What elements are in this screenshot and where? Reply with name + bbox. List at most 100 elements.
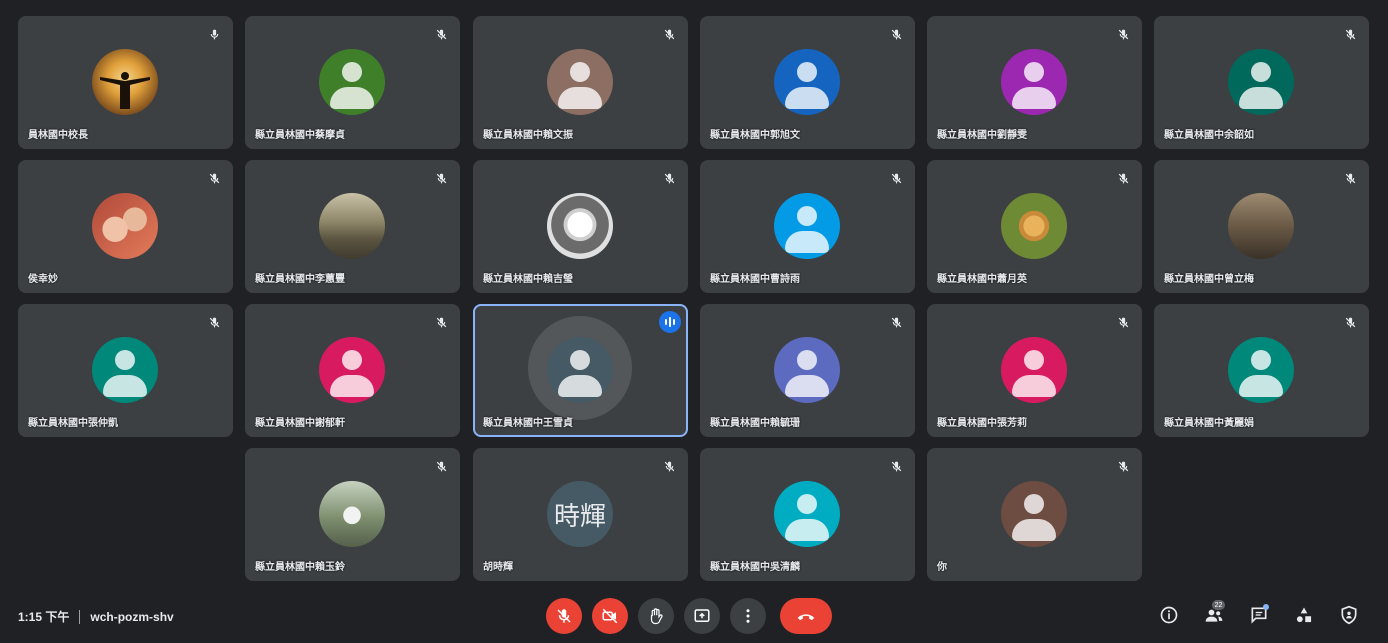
raise-hand-button[interactable] (638, 598, 674, 634)
avatar-body (785, 519, 829, 541)
activities-icon (1296, 607, 1312, 623)
participant-tile[interactable]: 縣立員林國中謝郁軒 (245, 304, 460, 437)
mic-off-icon (204, 312, 224, 332)
participant-tile[interactable]: 縣立員林國中蕭月英 (927, 160, 1142, 293)
participant-name: 縣立員林國中王雪貞 (483, 418, 573, 429)
mic-off-icon (431, 168, 451, 188)
participant-name: 侯幸妙 (28, 274, 58, 285)
avatar-body (1012, 87, 1056, 109)
avatar-head (797, 350, 817, 370)
host-controls-button[interactable] (1334, 600, 1364, 630)
mic-off-icon (886, 456, 906, 476)
avatar-head (1024, 62, 1044, 82)
participant-tile[interactable]: 縣立員林國中賴毓珊 (700, 304, 915, 437)
meeting-details-button[interactable] (1154, 600, 1184, 630)
participant-name: 縣立員林國中賴吉瑩 (483, 274, 573, 285)
present-button[interactable] (684, 598, 720, 634)
meeting-code: wch-pozm-shv (90, 609, 174, 624)
participant-tile[interactable]: 縣立員林國中蔡摩貞 (245, 16, 460, 149)
participant-name: 縣立員林國中李蕙豐 (255, 274, 345, 285)
avatar (92, 337, 158, 403)
info-icon (1160, 606, 1178, 624)
avatar-body (330, 375, 374, 397)
avatar-body (558, 375, 602, 397)
avatar-head (1251, 350, 1271, 370)
participant-name: 員林國中校長 (28, 130, 88, 141)
bottom-bar: 1:15 下午 wch-pozm-shv 22 (0, 590, 1388, 643)
participant-tile[interactable]: 縣立員林國中余韶如 (1154, 16, 1369, 149)
participant-tile[interactable]: 縣立員林國中王雪貞 (473, 304, 688, 437)
mic-off-icon (886, 24, 906, 44)
participant-tile[interactable]: 縣立員林國中劉靜雯 (927, 16, 1142, 149)
avatar-head (115, 350, 135, 370)
clock-time: 1:15 下午 (18, 610, 70, 624)
side-controls: 22 (1139, 600, 1364, 630)
participant-tile[interactable]: 縣立員林國中曾立梅 (1154, 160, 1369, 293)
mic-off-icon (1113, 312, 1133, 332)
avatar (774, 193, 840, 259)
people-button[interactable]: 22 (1199, 600, 1229, 630)
avatar-body (1012, 519, 1056, 541)
participant-tile[interactable]: 縣立員林國中張芳莉 (927, 304, 1142, 437)
avatar (1228, 49, 1294, 115)
mic-off-icon (886, 168, 906, 188)
participant-tile[interactable]: 縣立員林國中黃麗娟 (1154, 304, 1369, 437)
divider (79, 609, 81, 624)
participant-tile[interactable]: 縣立員林國中李蕙豐 (245, 160, 460, 293)
avatar-body (785, 87, 829, 109)
avatar (1001, 193, 1067, 259)
activities-button[interactable] (1289, 600, 1319, 630)
participant-tile[interactable]: 侯幸妙 (18, 160, 233, 293)
participant-tile[interactable]: 員林國中校長 (18, 16, 233, 149)
mic-off-icon (659, 168, 679, 188)
participant-name: 縣立員林國中賴文振 (483, 130, 573, 141)
mic-off-icon (204, 168, 224, 188)
mic-off-icon (1113, 24, 1133, 44)
participant-tile[interactable]: 縣立員林國中張仲凱 (18, 304, 233, 437)
mic-off-icon (431, 312, 451, 332)
participant-tile[interactable]: 縣立員林國中賴文振 (473, 16, 688, 149)
participant-count-badge: 22 (1212, 600, 1225, 610)
avatar (1228, 337, 1294, 403)
avatar-initials: 時輝 (553, 501, 606, 532)
leave-call-button[interactable] (780, 598, 832, 634)
mic-off-icon (431, 24, 451, 44)
avatar (92, 49, 158, 115)
participant-tile[interactable]: 縣立員林國中賴吉瑩 (473, 160, 688, 293)
participant-tile[interactable]: 縣立員林國中曹詩雨 (700, 160, 915, 293)
camera-toggle-button[interactable] (592, 598, 628, 634)
more-options-button[interactable] (730, 598, 766, 634)
avatar-body (1239, 375, 1283, 397)
avatar (774, 481, 840, 547)
participant-tile[interactable]: 縣立員林國中賴玉鈴 (245, 448, 460, 581)
avatar (547, 193, 613, 259)
avatar-body (785, 231, 829, 253)
mic-off-icon (557, 609, 571, 623)
participant-tile[interactable]: 縣立員林國中郭旭文 (700, 16, 915, 149)
avatar-head (1024, 494, 1044, 514)
participant-name: 縣立員林國中賴毓珊 (710, 418, 800, 429)
mic-toggle-button[interactable] (546, 598, 582, 634)
meeting-info: 1:15 下午 wch-pozm-shv (18, 608, 174, 625)
avatar (92, 193, 158, 259)
participant-name: 縣立員林國中黃麗娟 (1164, 418, 1254, 429)
participant-name: 胡時輝 (483, 562, 513, 573)
shield-icon (1341, 605, 1357, 625)
participant-tile[interactable]: 縣立員林國中吳清麟 (700, 448, 915, 581)
participant-name: 縣立員林國中郭旭文 (710, 130, 800, 141)
mic-off-icon (659, 456, 679, 476)
participant-tile[interactable]: 你 (927, 448, 1142, 581)
chat-button[interactable] (1244, 600, 1274, 630)
participant-name: 縣立員林國中劉靜雯 (937, 130, 1027, 141)
avatar-body (330, 87, 374, 109)
mic-off-icon (886, 312, 906, 332)
avatar-body (785, 375, 829, 397)
videocam-off-icon (602, 608, 618, 624)
call-end-icon (797, 614, 815, 621)
participant-name: 縣立員林國中曹詩雨 (710, 274, 800, 285)
mic-off-icon (659, 24, 679, 44)
avatar-body (558, 87, 602, 109)
more-vert-icon (746, 609, 750, 623)
unread-indicator (1263, 604, 1269, 610)
participant-tile[interactable]: 時輝胡時輝 (473, 448, 688, 581)
